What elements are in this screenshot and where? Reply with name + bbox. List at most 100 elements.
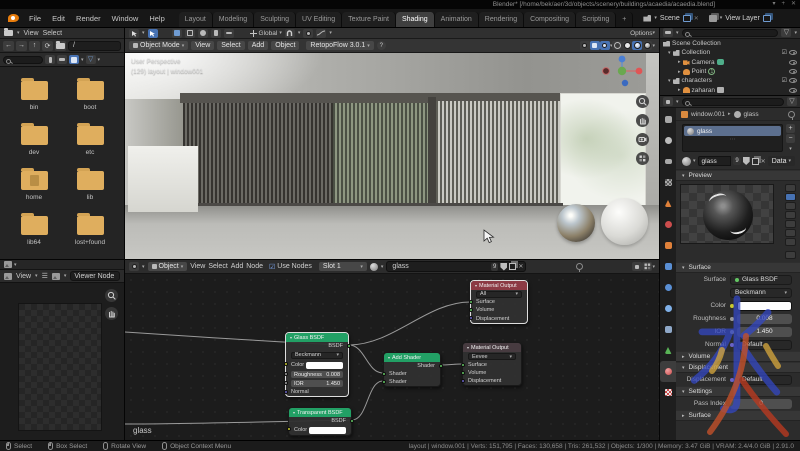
filter-funnel-icon[interactable]: ▽ <box>86 55 96 64</box>
menu-help[interactable]: Help <box>144 14 169 23</box>
view-layer-selector[interactable]: ▾ View Layer <box>709 15 771 22</box>
tab-material[interactable] <box>660 361 676 382</box>
pass-index-slider[interactable]: 0 <box>730 399 792 409</box>
tweak-tool-icon[interactable] <box>129 29 139 38</box>
tab-scene[interactable] <box>660 193 676 214</box>
expand-icon[interactable]: ▸ <box>678 69 681 75</box>
link-mode-dropdown[interactable]: Data ▾ <box>768 156 795 166</box>
options-dropdown[interactable]: Options ▾ <box>630 30 655 37</box>
tab-scripting[interactable]: Scripting <box>576 12 616 27</box>
folder-item[interactable]: boot <box>62 75 118 116</box>
menu-file[interactable]: File <box>24 14 46 23</box>
folder-item[interactable]: lost+found <box>62 210 118 251</box>
shade-window-icon[interactable]: ▾ <box>772 0 775 9</box>
retopoflow-dropdown[interactable]: RetopoFlow 3.0.1 ▾ <box>306 41 373 50</box>
create-directory-button[interactable] <box>55 41 66 51</box>
remove-slot-button[interactable]: − <box>786 134 795 143</box>
outliner-row-camera[interactable]: ▸ Camera <box>660 58 800 67</box>
tab-particles[interactable] <box>660 277 676 298</box>
node-canvas[interactable]: ▾Material Output All▾ Surface Volume Dis… <box>125 274 659 440</box>
pan-hand-icon[interactable] <box>636 114 649 127</box>
select-lasso-icon[interactable] <box>198 29 208 38</box>
image-editor-type-icon[interactable] <box>4 261 12 268</box>
proportional-editing-icon[interactable] <box>303 29 313 38</box>
displacement-value-button[interactable]: Default <box>737 375 792 385</box>
menu-edit[interactable]: Edit <box>47 14 70 23</box>
shading-rendered-icon[interactable] <box>642 41 652 50</box>
expand-icon[interactable]: ▾ <box>668 50 671 56</box>
annotate-icon[interactable] <box>211 29 221 38</box>
slot-dropdown[interactable]: Slot 1 ▾ <box>319 262 367 271</box>
section-surface-2[interactable]: ▸ Surface <box>676 410 800 421</box>
slot-specials-icon[interactable]: ▾ <box>789 146 792 152</box>
hide-eye-icon[interactable] <box>789 78 797 83</box>
measure-icon[interactable] <box>224 29 234 38</box>
preview-hair-button[interactable] <box>785 211 796 219</box>
menu-render[interactable]: Render <box>71 14 106 23</box>
add-slot-button[interactable]: + <box>786 124 795 133</box>
close-window-icon[interactable]: ✕ <box>791 0 796 9</box>
properties-search-input[interactable] <box>682 98 784 106</box>
checkbox-icon[interactable]: ☑ <box>782 50 787 56</box>
outliner-row-scene-collection[interactable]: Scene Collection <box>660 39 800 48</box>
snapping-icon[interactable] <box>642 262 652 271</box>
hide-eye-icon[interactable] <box>789 88 797 93</box>
shading-material-icon[interactable] <box>632 41 642 50</box>
preview-sphere-button[interactable] <box>785 193 796 201</box>
outliner-display-mode-icon[interactable] <box>663 28 673 37</box>
expand-icon[interactable]: ▾ <box>668 78 671 84</box>
pin-icon[interactable] <box>576 263 583 270</box>
hide-eye-icon[interactable] <box>789 50 797 55</box>
camera-view-icon[interactable] <box>636 133 649 146</box>
browse-material-icon[interactable] <box>370 263 378 271</box>
shading-wireframe-icon[interactable] <box>612 41 622 50</box>
new-view-layer-icon[interactable] <box>763 15 771 22</box>
node-material-output-all[interactable]: ▾Material Output All▾ Surface Volume Dis… <box>470 280 528 324</box>
preview-world-button[interactable] <box>785 251 796 259</box>
section-displacement[interactable]: ▾ Displacement <box>676 362 800 373</box>
unlink-material-icon[interactable]: ✕ <box>518 263 523 270</box>
tab-sculpting[interactable]: Sculpting <box>254 12 296 27</box>
color-swatch[interactable] <box>309 427 346 434</box>
file-browser-editor-icon[interactable] <box>4 30 13 36</box>
outliner-filter-icon[interactable]: ▽ <box>781 28 791 37</box>
output-target-dropdown[interactable]: All▾ <box>476 291 522 298</box>
preview-cloth-button[interactable] <box>785 220 796 228</box>
zoom-icon[interactable] <box>105 289 118 302</box>
tab-modifiers[interactable] <box>660 256 676 277</box>
node-transparent-bsdf[interactable]: ▾Transparent BSDF BSDF Color <box>288 407 352 436</box>
tab-render[interactable] <box>660 130 676 151</box>
navigation-gizmo[interactable] <box>599 55 645 89</box>
shader-type-dropdown[interactable]: Object ▾ <box>148 262 188 271</box>
outliner-row-zaharan[interactable]: ▸ zaharan <box>660 86 800 95</box>
shading-solid-icon[interactable] <box>622 41 632 50</box>
snap-magnet-icon[interactable] <box>285 29 295 38</box>
section-surface[interactable]: ▾ Surface <box>676 262 800 273</box>
scene-selector[interactable]: ▾ Scene ✕ <box>643 15 698 22</box>
tab-object[interactable] <box>660 235 676 256</box>
tab-uv-editing[interactable]: UV Editing <box>296 12 342 27</box>
browse-material-icon[interactable] <box>682 157 691 166</box>
tab-modeling[interactable]: Modeling <box>213 12 254 27</box>
pin-id-icon[interactable] <box>788 111 795 118</box>
chevron-down-icon[interactable]: ▾ <box>98 57 101 63</box>
parent-node-tree-icon[interactable] <box>632 262 642 271</box>
color-swatch[interactable] <box>737 301 792 311</box>
chevron-down-icon[interactable]: ▾ <box>81 57 84 63</box>
folder-item[interactable]: bin <box>6 75 62 116</box>
hamburger-menu-icon[interactable]: ☰ <box>42 272 48 280</box>
help-icon[interactable]: ? <box>377 41 386 50</box>
tab-world[interactable] <box>660 214 676 235</box>
checkbox-icon[interactable]: ☑ <box>782 78 787 84</box>
image-name-field[interactable]: Viewer Node <box>70 271 120 281</box>
preview-flat-button[interactable] <box>785 184 796 192</box>
node-add-shader[interactable]: ▾Add Shader Shader Shader Shader <box>383 352 441 387</box>
fake-user-shield-icon[interactable] <box>743 157 750 165</box>
node-node-menu[interactable]: Node <box>246 263 263 270</box>
xray-toggle-icon[interactable] <box>590 41 600 50</box>
viewport-select-menu[interactable]: Select <box>217 41 244 50</box>
blender-logo-icon[interactable] <box>8 14 19 22</box>
tab-physics[interactable] <box>660 298 676 319</box>
ior-slider[interactable]: IOR1.450 <box>291 380 343 387</box>
folder-item[interactable]: home <box>6 165 62 206</box>
